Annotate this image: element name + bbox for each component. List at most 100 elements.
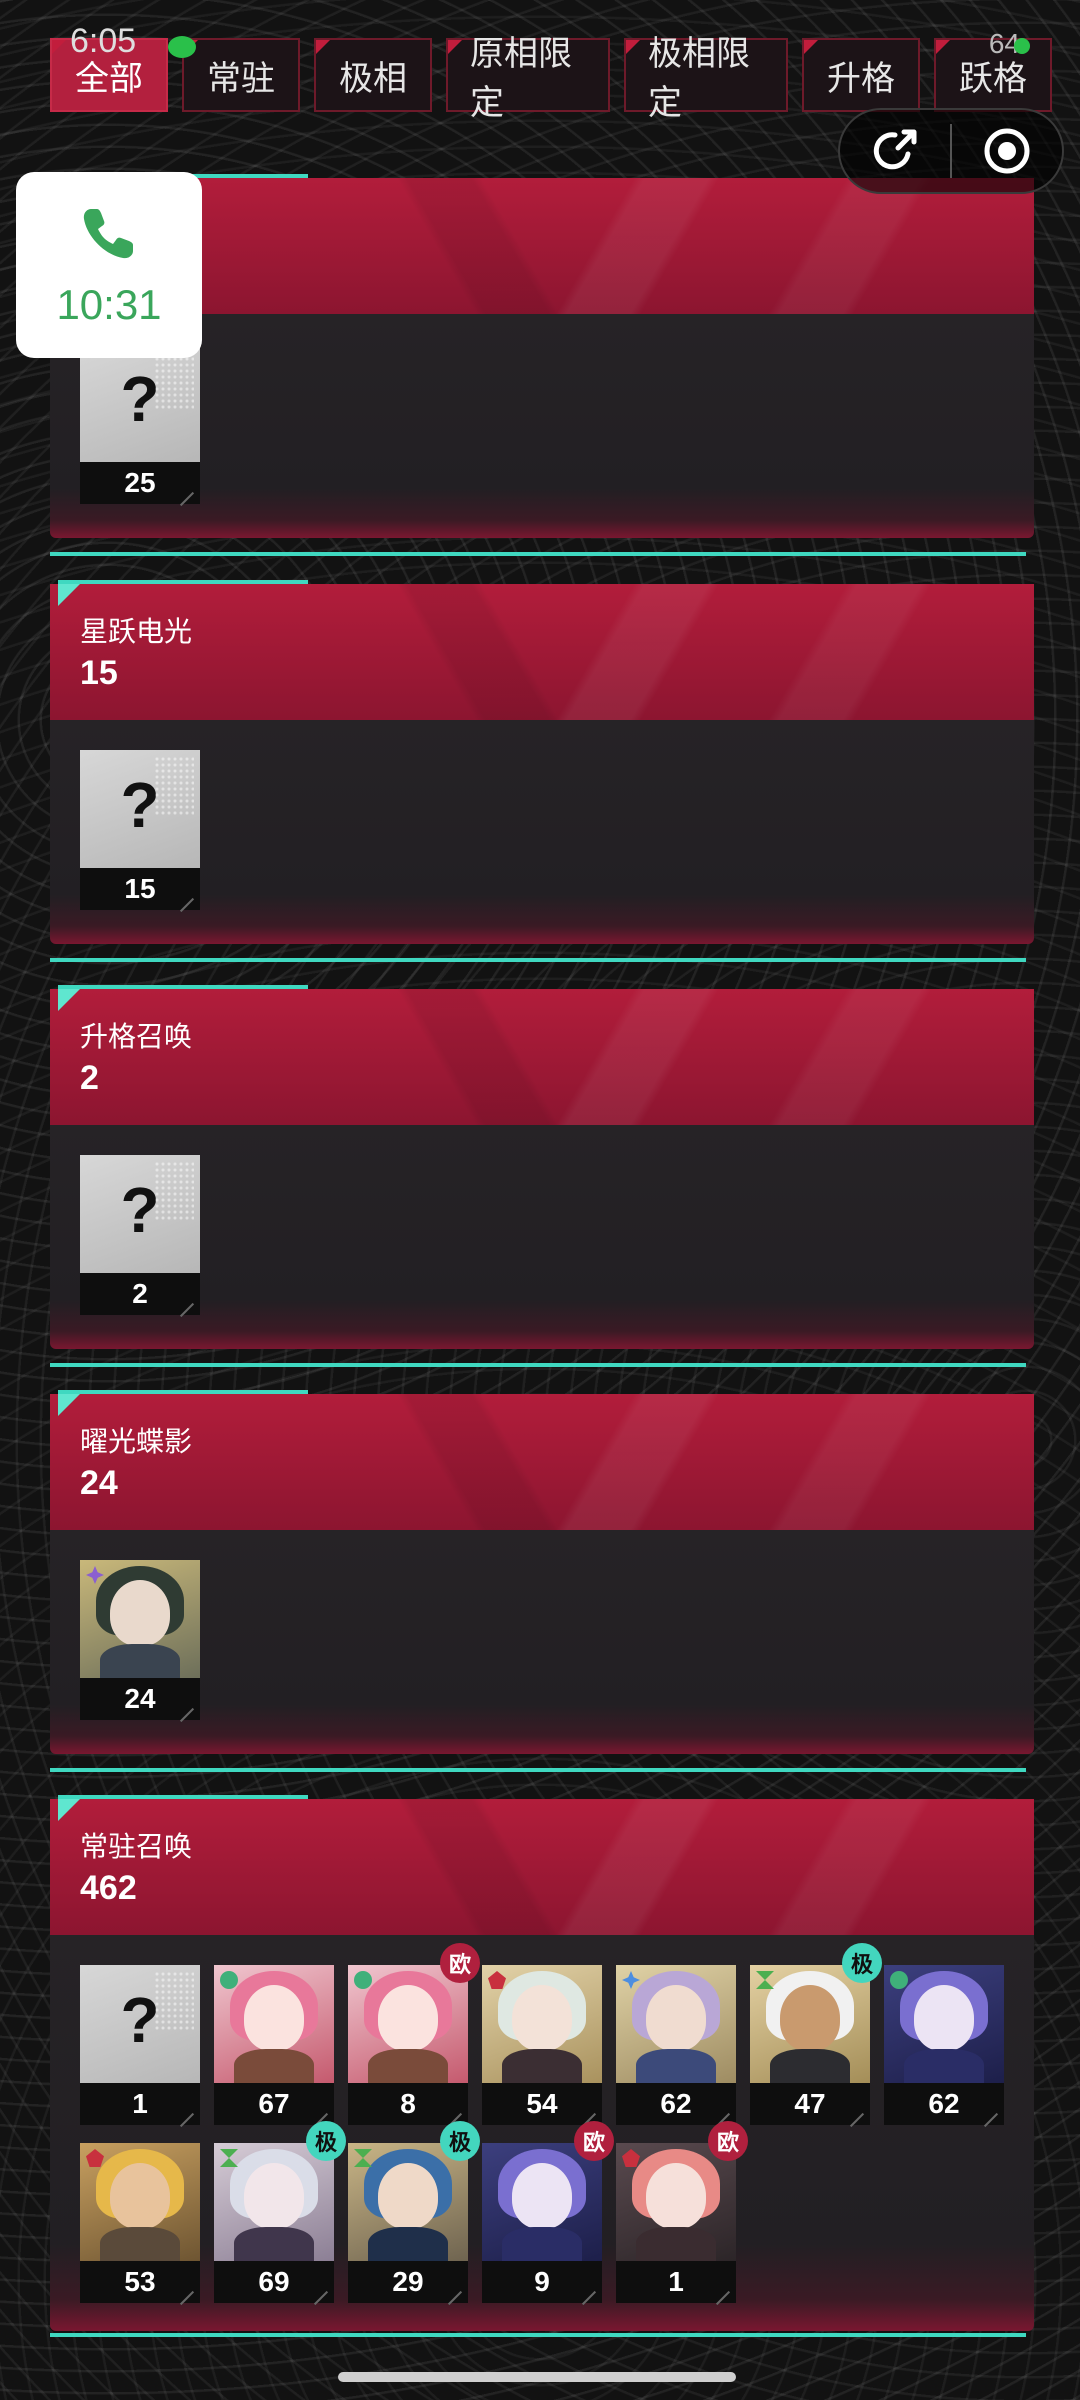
section-title: 曜光蝶影 [80,1425,193,1458]
ji-badge: 极 [440,2121,480,2161]
section-accent [58,580,308,584]
question-mark-icon: ? [120,769,160,841]
section-divider [50,552,1026,556]
section-divider [50,2333,1026,2337]
character-card[interactable]: 53 [80,2143,200,2303]
section-divider [50,1363,1026,1367]
section-body: ? 15 [50,720,1034,944]
character-portrait [750,1965,870,2083]
character-card[interactable]: ? 2 [80,1155,200,1315]
portrait-body [904,2049,984,2083]
portrait-face [512,1985,572,2051]
character-card[interactable]: 极 29 [348,2121,480,2303]
section-header: 升格召唤 2 [50,989,1034,1125]
pull-count: 62 [884,2083,1004,2125]
section-body: 24 [50,1530,1034,1754]
pull-count: 62 [616,2083,736,2125]
portrait-face [780,1985,840,2051]
star-element-icon [86,1566,104,1584]
character-card[interactable]: 67 [214,1965,334,2125]
corner-mark [58,1394,80,1416]
portrait-body [368,2227,448,2261]
ou-badge: 欧 [708,2121,748,2161]
character-card[interactable]: 62 [884,1965,1004,2125]
portrait-face [244,2163,304,2229]
character-portrait [348,2143,468,2261]
pull-count: 53 [80,2261,200,2303]
pull-count: 1 [80,2083,200,2125]
floating-call-widget[interactable]: 10:31 [16,172,202,358]
fire-element-icon [622,2149,640,2167]
pull-count: 1 [616,2261,736,2303]
portrait-body [234,2049,314,2083]
character-card[interactable]: ? 15 [80,750,200,910]
character-card[interactable]: 62 [616,1965,736,2125]
character-card[interactable]: 欧 1 [616,2121,748,2303]
character-card[interactable]: 24 [80,1560,200,1720]
question-mark-icon: ? [120,1174,160,1246]
status-time: 6:05 [70,22,137,60]
unknown-portrait: ? [80,1965,200,2083]
section-count: 2 [80,1059,99,1097]
call-duration: 10:31 [56,281,162,328]
pull-count: 29 [348,2261,468,2303]
section-count: 24 [80,1464,118,1502]
light-element-icon [622,1971,640,1989]
section-header: 曜光蝶影 24 [50,1394,1034,1530]
wind-element-icon [354,1971,372,1989]
character-portrait [214,2143,334,2261]
miniprogram-capsule [838,108,1064,194]
character-card[interactable]: 54 [482,1965,602,2125]
character-card[interactable]: 极 69 [214,2121,346,2303]
unknown-portrait: ? [80,344,200,462]
fire-element-icon [488,1971,506,1989]
ou-badge: 欧 [440,1943,480,1983]
character-card[interactable]: ? 25 [80,344,200,504]
portrait-body [770,2049,850,2083]
portrait-face [646,1985,706,2051]
portrait-face [378,2163,438,2229]
share-button[interactable] [840,110,950,192]
status-dot-icon [1014,38,1030,54]
pool-section: 曜光蝶影 24 24 [50,1390,1034,1772]
character-portrait [80,1560,200,1678]
section-body: ? 1 67 欧 8 54 62 极 47 62 53 极 69 极 29 欧 … [50,1935,1034,2331]
pull-count: 25 [80,462,200,504]
pull-count: 15 [80,868,200,910]
question-mark-icon: ? [120,363,160,435]
pull-count: 24 [80,1678,200,1720]
corner-mark [58,989,80,1011]
section-divider [50,958,1026,962]
section-title: 星跃电光 [80,615,193,648]
wind-element-icon [890,1971,908,1989]
close-miniprogram-button[interactable] [952,110,1062,192]
character-portrait [348,1965,468,2083]
character-card[interactable]: 欧 9 [482,2121,614,2303]
pull-count: 8 [348,2083,468,2125]
corner-mark [58,584,80,606]
section-body: ? 2 [50,1125,1034,1349]
portrait-face [512,2163,572,2229]
corner-mark [58,1799,80,1821]
character-card[interactable]: ? 1 [80,1965,200,2125]
section-accent [58,1795,308,1799]
hourglass-element-icon [756,1971,774,1989]
ji-badge: 极 [306,2121,346,2161]
portrait-body [636,2049,716,2083]
fire-element-icon [86,2149,104,2167]
pull-count: 54 [482,2083,602,2125]
hourglass-element-icon [354,2149,372,2167]
pull-count: 2 [80,1273,200,1315]
target-icon [984,128,1030,174]
pool-section: 升格召唤 2 ? 2 [50,985,1034,1367]
section-title: 升格召唤 [80,1020,193,1053]
wechat-icon [168,36,196,58]
pull-count: 67 [214,2083,334,2125]
character-portrait [884,1965,1004,2083]
portrait-body [368,2049,448,2083]
home-indicator[interactable] [338,2372,736,2382]
character-card[interactable]: 极 47 [750,1943,882,2125]
pool-section: 星跃电光 15 ? 15 [50,580,1034,962]
character-card[interactable]: 欧 8 [348,1943,480,2125]
portrait-face [244,1985,304,2051]
